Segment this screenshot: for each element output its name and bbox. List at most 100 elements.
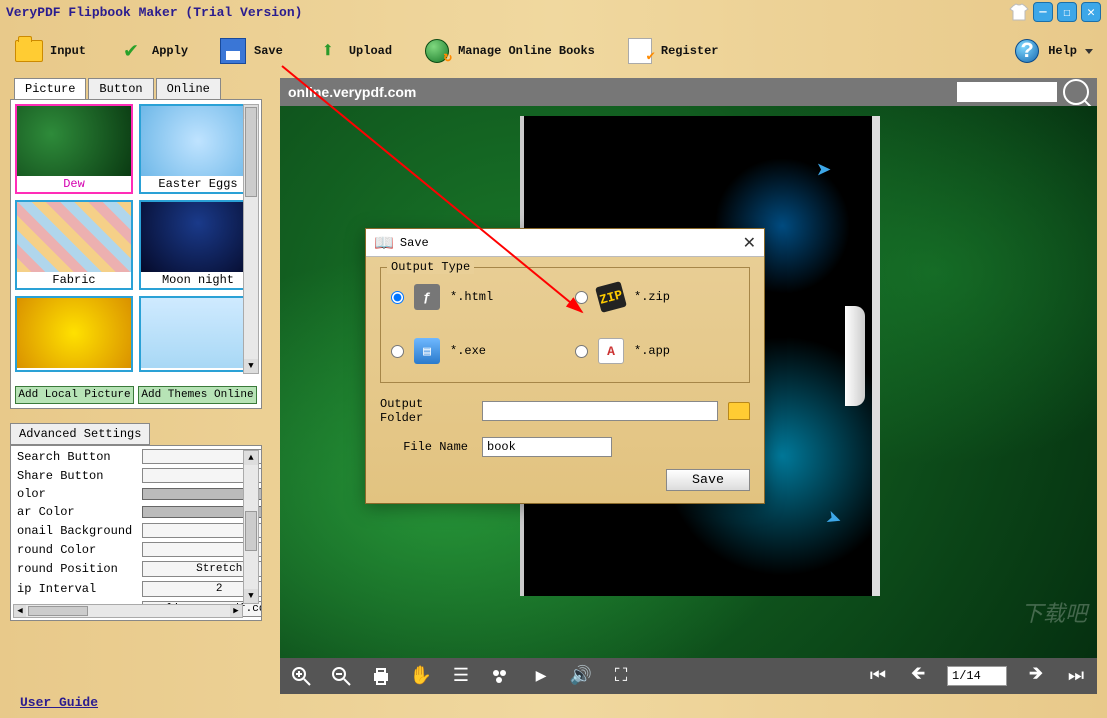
output-folder-label: Output Folder — [380, 397, 472, 425]
theme-thumb-3[interactable]: Moon night — [139, 200, 257, 290]
setting-label: Share Button — [13, 467, 136, 484]
theme-caption: Fabric — [17, 272, 131, 288]
option-exe[interactable]: ▤*.exe — [391, 338, 555, 364]
setting-label: p Sound — [13, 620, 136, 621]
theme-tabs: Picture Button Online — [14, 78, 262, 99]
radio-html[interactable] — [391, 291, 404, 304]
app-icon: A — [598, 338, 624, 364]
close-button[interactable]: ✕ — [1081, 2, 1101, 22]
theme-thumb-0[interactable]: Dew — [15, 104, 133, 194]
theme-caption — [141, 368, 255, 370]
advanced-row: round Position▼ — [13, 560, 262, 578]
register-icon — [628, 38, 652, 64]
setting-label: ip Interval — [13, 580, 136, 598]
globe-icon — [425, 39, 449, 63]
page-indicator[interactable]: 1/14 — [947, 666, 1007, 686]
share-icon[interactable] — [490, 665, 512, 687]
search-icon[interactable] — [1063, 79, 1089, 105]
minimize-button[interactable]: — — [1033, 2, 1053, 22]
html-icon: ƒ — [414, 284, 440, 310]
option-app[interactable]: A*.app — [575, 338, 739, 364]
chevron-down-icon — [1085, 49, 1093, 54]
theme-image — [17, 106, 131, 176]
input-button[interactable]: Input — [14, 36, 86, 66]
user-guide-link[interactable]: User Guide — [20, 695, 98, 710]
advanced-row: onail Background — [13, 522, 262, 539]
output-folder-input[interactable] — [482, 401, 718, 421]
play-icon[interactable]: ▶ — [530, 665, 552, 687]
prev-page-icon[interactable]: 🡸 — [907, 665, 929, 687]
preview-url-bar: online.verypdf.com — [280, 78, 1097, 106]
last-page-icon[interactable]: ⏭ — [1065, 665, 1087, 687]
advanced-row: olor — [13, 486, 262, 502]
theme-caption — [17, 368, 131, 370]
theme-caption: Easter Eggs — [141, 176, 255, 192]
advanced-hscrollbar[interactable]: ◀▶ — [13, 604, 243, 618]
fullscreen-icon[interactable]: ⛶ — [610, 665, 632, 687]
folder-icon — [15, 40, 43, 62]
save-button[interactable]: Save — [218, 36, 283, 66]
register-button[interactable]: Register — [625, 36, 719, 66]
option-zip[interactable]: ZIP*.zip — [575, 284, 739, 310]
zoom-out-icon[interactable] — [330, 665, 352, 687]
radio-zip[interactable] — [575, 291, 588, 304]
tab-button[interactable]: Button — [88, 78, 153, 99]
save-dialog: 📖 Save ✕ Output Type ƒ*.html ZIP*.zip ▤*… — [365, 228, 765, 504]
add-themes-online-button[interactable]: Add Themes Online — [138, 386, 257, 404]
advanced-row: p Sound — [13, 620, 262, 621]
help-button[interactable]: ?Help — [1012, 36, 1093, 66]
print-icon[interactable] — [370, 665, 392, 687]
apply-button[interactable]: ✔Apply — [116, 36, 188, 66]
check-icon: ✔ — [116, 36, 146, 66]
advanced-row: round Color — [13, 541, 262, 558]
theme-image — [17, 202, 131, 272]
advanced-row: ar Color — [13, 504, 262, 520]
setting-label: ar Color — [13, 504, 136, 520]
output-type-fieldset: Output Type ƒ*.html ZIP*.zip ▤*.exe A*.a… — [380, 267, 750, 383]
advanced-vscrollbar[interactable]: ▲▼ — [243, 450, 259, 604]
output-type-legend: Output Type — [387, 260, 474, 274]
theme-scrollbar[interactable]: ▲▼ — [243, 104, 259, 374]
add-local-picture-button[interactable]: Add Local Picture — [15, 386, 134, 404]
option-html[interactable]: ƒ*.html — [391, 284, 555, 310]
setting-label: olor — [13, 486, 136, 502]
upload-button[interactable]: ⬆Upload — [313, 36, 392, 66]
next-page-icon[interactable]: 🡺 — [1025, 665, 1047, 687]
advanced-row: Share Button — [13, 467, 262, 484]
radio-app[interactable] — [575, 345, 588, 358]
zoom-in-icon[interactable] — [290, 665, 312, 687]
advanced-row: ip Interval▼ — [13, 580, 262, 598]
help-icon: ? — [1015, 39, 1039, 63]
dialog-titlebar[interactable]: 📖 Save ✕ — [366, 229, 764, 257]
book-icon: 📖 — [374, 233, 394, 253]
toc-icon[interactable]: ☰ — [450, 665, 472, 687]
theme-image — [17, 298, 131, 368]
tab-online[interactable]: Online — [156, 78, 221, 99]
theme-thumb-5[interactable] — [139, 296, 257, 372]
sound-icon[interactable]: 🔊 — [570, 665, 592, 687]
cursor-icon: ➤ — [816, 156, 832, 187]
theme-image — [141, 202, 255, 272]
tshirt-icon[interactable] — [1009, 2, 1029, 22]
first-page-icon[interactable]: ⏮ — [867, 665, 889, 687]
advanced-settings-panel: Search Button Share Button olor ar Color on… — [10, 445, 262, 621]
dialog-save-button[interactable]: Save — [666, 469, 750, 491]
preview-search-input[interactable] — [957, 82, 1057, 102]
setting-label: Search Button — [13, 448, 136, 465]
hand-icon[interactable]: ✋ — [410, 665, 432, 687]
disk-icon — [220, 38, 246, 64]
exe-icon: ▤ — [414, 338, 440, 364]
theme-thumb-4[interactable] — [15, 296, 133, 372]
theme-thumb-1[interactable]: Easter Eggs — [139, 104, 257, 194]
browse-folder-button[interactable] — [728, 402, 750, 420]
manage-books-button[interactable]: Manage Online Books — [422, 36, 595, 66]
radio-exe[interactable] — [391, 345, 404, 358]
tab-picture[interactable]: Picture — [14, 78, 86, 99]
theme-caption: Dew — [17, 176, 131, 192]
page-flip-handle[interactable] — [845, 306, 865, 406]
file-name-input[interactable] — [482, 437, 612, 457]
dialog-close-button[interactable]: ✕ — [743, 233, 756, 253]
theme-thumb-2[interactable]: Fabric — [15, 200, 133, 290]
maximize-button[interactable]: ☐ — [1057, 2, 1077, 22]
dialog-title: Save — [400, 236, 429, 250]
